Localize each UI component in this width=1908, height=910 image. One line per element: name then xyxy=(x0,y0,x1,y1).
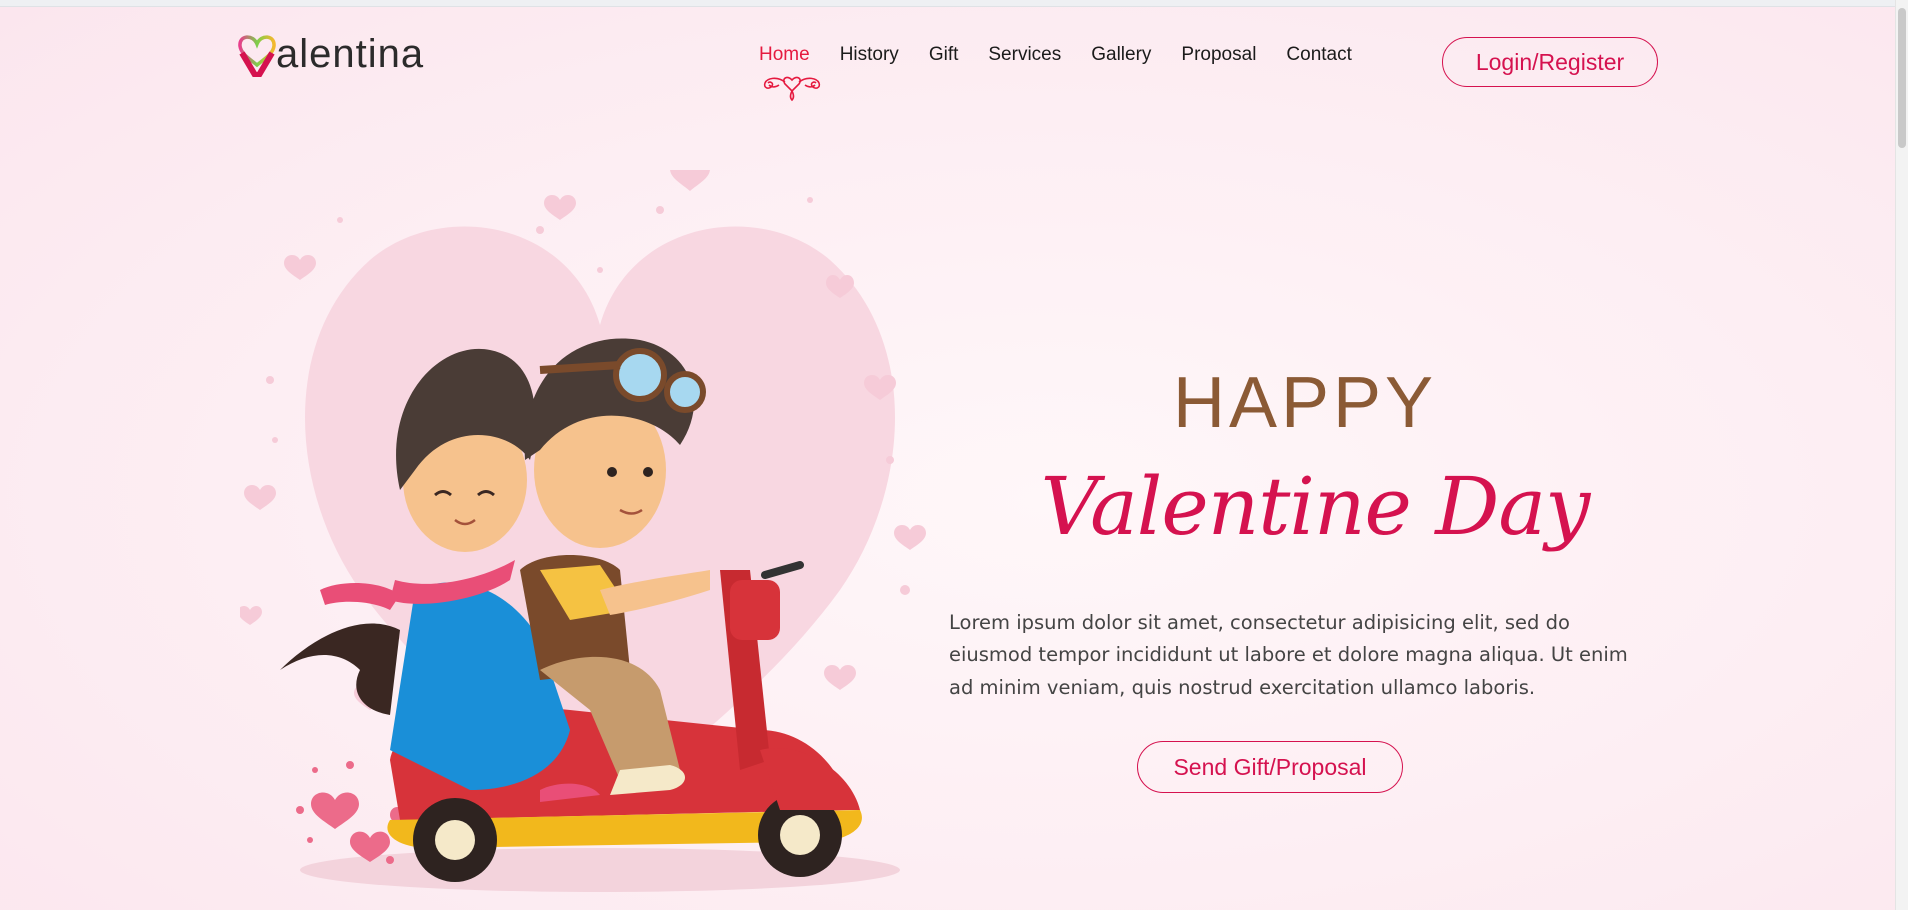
nav-item-services[interactable]: Services xyxy=(988,44,1061,66)
couple-on-scooter-illustration xyxy=(240,170,926,892)
scrollbar-thumb[interactable] xyxy=(1898,8,1906,148)
nav-item-contact[interactable]: Contact xyxy=(1286,44,1351,66)
hero-heading-valentine-day: Valentine Day xyxy=(1040,460,1591,553)
nav-item-history[interactable]: History xyxy=(840,44,899,66)
heart-v-icon xyxy=(238,35,276,77)
nav-item-home[interactable]: Home xyxy=(759,44,810,66)
login-register-button[interactable]: Login/Register xyxy=(1442,37,1658,87)
nav-item-proposal[interactable]: Proposal xyxy=(1181,44,1256,66)
hero-heading-happy: HAPPY xyxy=(1172,363,1438,443)
heart-swirl-ornament-icon xyxy=(763,76,821,102)
page-scrollbar[interactable] xyxy=(1895,0,1908,910)
brand-name: alentina xyxy=(276,31,425,76)
browser-top-edge xyxy=(0,0,1908,7)
hero-description: Lorem ipsum dolor sit amet, consectetur … xyxy=(949,610,1628,699)
nav-item-gift[interactable]: Gift xyxy=(929,44,959,66)
send-gift-proposal-button[interactable]: Send Gift/Proposal xyxy=(1137,741,1403,793)
brand-logo[interactable]: alentina xyxy=(236,28,424,80)
nav-item-gallery[interactable]: Gallery xyxy=(1091,44,1151,66)
main-nav: Home History Gift Services Gallery Propo… xyxy=(759,44,1382,102)
